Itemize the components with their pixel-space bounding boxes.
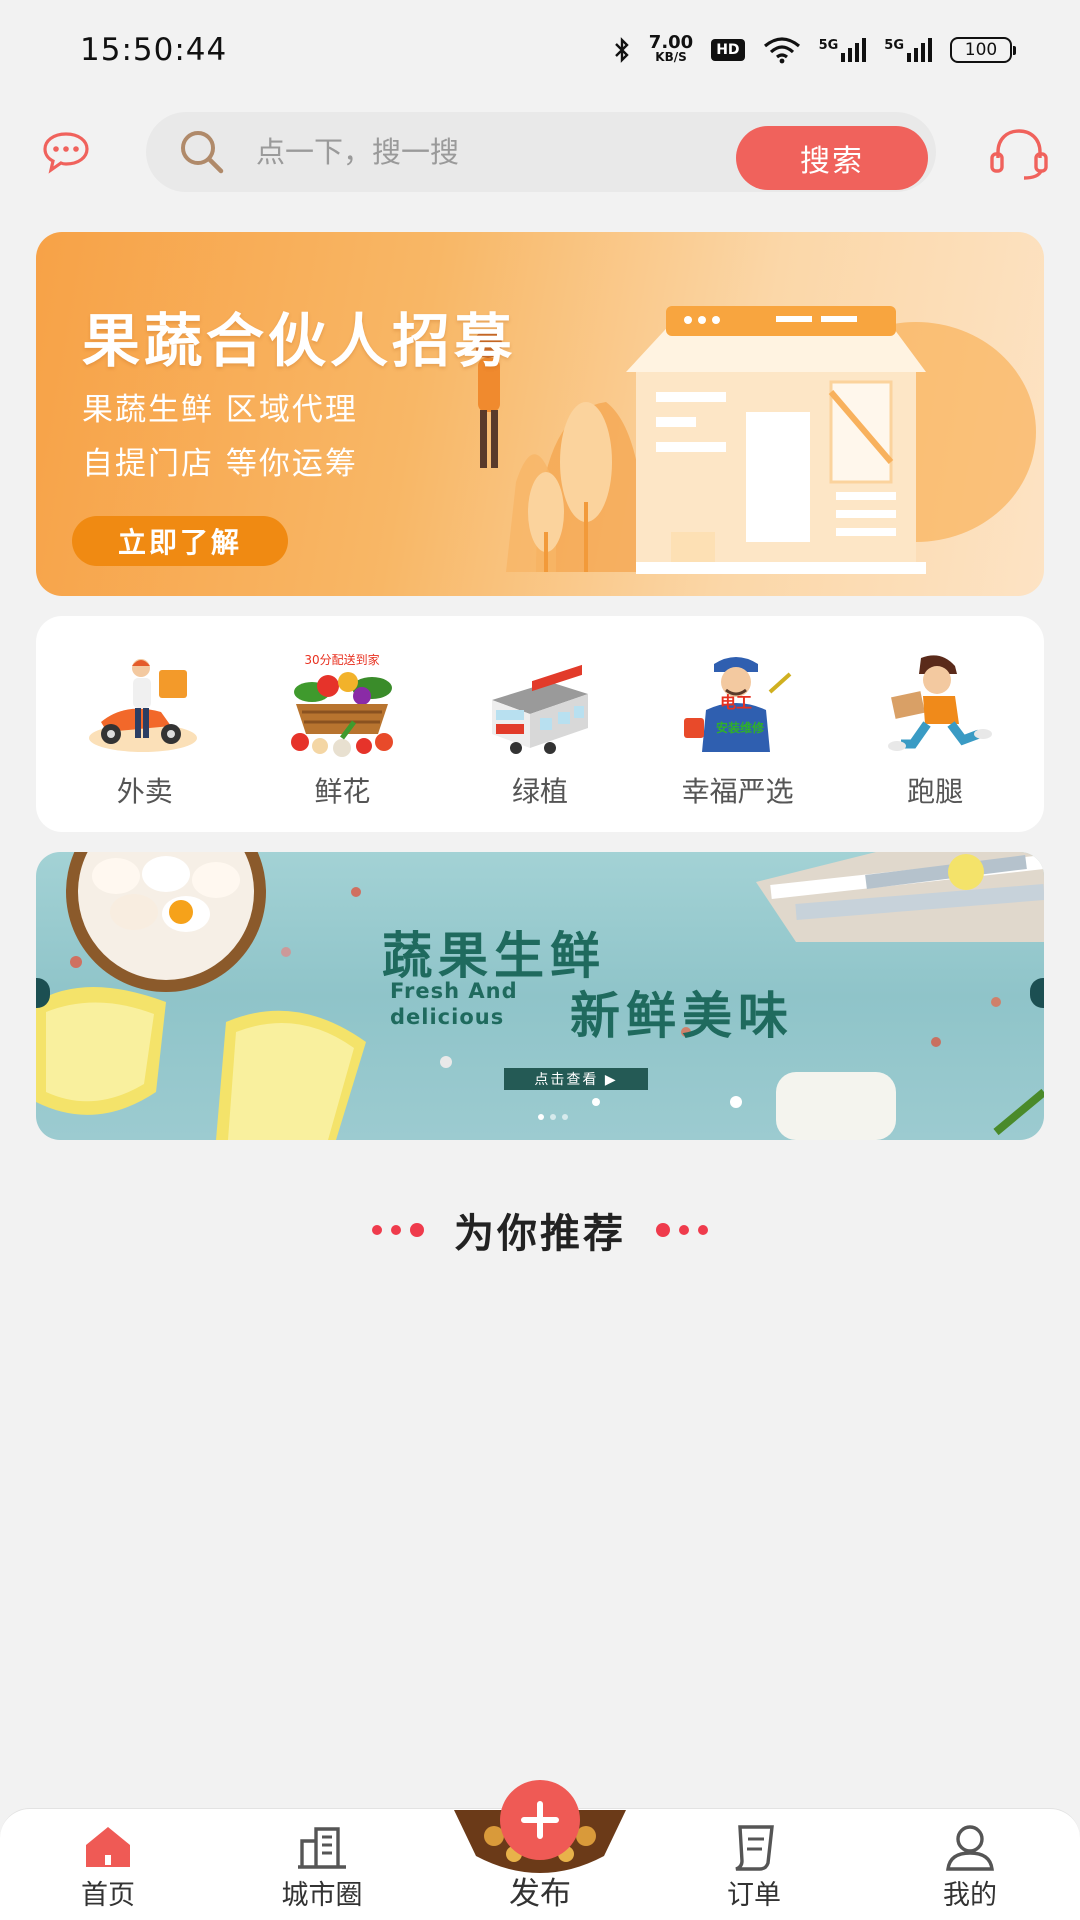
battery-level: 100	[964, 40, 998, 60]
category-takeout[interactable]: 外卖	[55, 616, 235, 832]
promo-subtitle-1: 果蔬生鲜 区域代理	[82, 392, 358, 428]
bluetooth-icon	[613, 37, 631, 63]
fresh-banner-english-2: delicious	[390, 1005, 505, 1029]
vegetable-basket-icon: 30分配送到家	[291, 652, 394, 757]
category-grid: 外卖 30分配送到家 鲜花 绿植 电工 安装维修 幸福严选 跑腿	[36, 616, 1044, 832]
electrician-icon: 电工 安装维修	[683, 657, 791, 752]
network-speed: 7.00 KB/S	[648, 32, 694, 65]
signal-icon-sim2: 5G	[884, 38, 932, 62]
battery-icon: 100	[950, 37, 1016, 63]
tab-publish[interactable]: 发布	[454, 1780, 626, 1920]
search-input[interactable]	[256, 135, 716, 169]
svg-text:安装维修: 安装维修	[716, 720, 765, 735]
decor-dots-right	[656, 1223, 708, 1237]
tab-publish-label: 发布	[509, 1876, 571, 1912]
search-row: 搜索	[0, 108, 1080, 196]
store-building-icon	[491, 664, 588, 754]
storefront-illustration	[476, 306, 1036, 574]
tab-orders[interactable]: 订单	[684, 1823, 824, 1912]
city-buildings-icon	[298, 1827, 346, 1869]
tab-city-circle[interactable]: 城市圈	[252, 1823, 392, 1912]
fresh-banner-english-1: Fresh And	[390, 979, 518, 1003]
search-bar[interactable]: 搜索	[146, 112, 936, 192]
network-speed-unit: KB/S	[655, 50, 687, 64]
fresh-banner-subtitle: 新鲜美味	[570, 987, 794, 1045]
status-icons: 7.00 KB/S HD 5G 5G 100	[613, 32, 1016, 65]
tab-mine[interactable]: 我的	[900, 1823, 1040, 1912]
message-icon[interactable]	[42, 130, 90, 174]
search-button[interactable]: 搜索	[736, 126, 928, 190]
recommend-heading: 为你推荐	[0, 1200, 1080, 1260]
tab-orders-label: 订单	[727, 1880, 781, 1911]
delivery-badge-text: 30分配送到家	[305, 652, 380, 667]
learn-more-button[interactable]: 立即了解	[72, 516, 288, 566]
category-flowers[interactable]: 30分配送到家 鲜花	[252, 616, 432, 832]
wifi-icon	[763, 36, 801, 64]
user-profile-icon	[946, 1825, 994, 1871]
tab-mine-label: 我的	[943, 1880, 997, 1911]
promo-subtitle-2: 自提门店 等你运筹	[82, 446, 358, 482]
network-speed-value: 7.00	[648, 32, 694, 53]
category-happy-select[interactable]: 电工 安装维修 幸福严选	[648, 616, 828, 832]
tab-home[interactable]: 首页	[38, 1823, 178, 1912]
signal-icon-sim1: 5G	[819, 38, 867, 62]
fresh-banner-english: Fresh And delicious	[390, 978, 518, 1030]
promo-title: 果蔬合伙人招募	[82, 307, 517, 375]
courier-runner-icon	[888, 655, 993, 751]
status-bar: 15:50:44 7.00 KB/S HD 5G 5G 100	[0, 0, 1080, 100]
category-label: 跑腿	[907, 775, 964, 808]
category-label: 绿植	[511, 775, 568, 808]
fresh-banner-illustration	[36, 852, 1044, 1140]
carousel-indicator	[538, 1114, 568, 1120]
sim1-network-type: 5G	[818, 38, 839, 53]
tab-city-label: 城市圈	[281, 1880, 363, 1911]
partner-recruit-banner[interactable]: 果蔬合伙人招募 果蔬生鲜 区域代理 自提门店 等你运筹 立即了解	[36, 232, 1044, 596]
decor-dots-left	[372, 1223, 424, 1237]
fresh-produce-banner[interactable]: 蔬果生鲜 Fresh And delicious 新鲜美味 点击查看 ▶	[36, 852, 1044, 1140]
order-receipt-icon	[735, 1825, 774, 1871]
category-errand[interactable]: 跑腿	[845, 616, 1025, 832]
home-icon	[86, 1827, 130, 1867]
category-label: 鲜花	[314, 775, 371, 808]
category-plants[interactable]: 绿植	[450, 616, 630, 832]
category-label: 外卖	[116, 775, 173, 808]
customer-service-icon[interactable]	[988, 126, 1050, 182]
tab-home-label: 首页	[81, 1880, 135, 1911]
svg-text:电工: 电工	[720, 693, 752, 712]
view-button[interactable]: 点击查看 ▶	[504, 1068, 648, 1090]
publish-plus-icon[interactable]	[500, 1780, 580, 1860]
hd-badge: HD	[711, 39, 745, 61]
delivery-rider-icon	[88, 659, 197, 752]
sim2-network-type: 5G	[884, 38, 904, 53]
status-time: 15:50:44	[80, 32, 228, 68]
search-icon	[176, 126, 228, 178]
recommend-title: 为你推荐	[454, 1211, 626, 1257]
category-label: 幸福严选	[681, 775, 794, 808]
